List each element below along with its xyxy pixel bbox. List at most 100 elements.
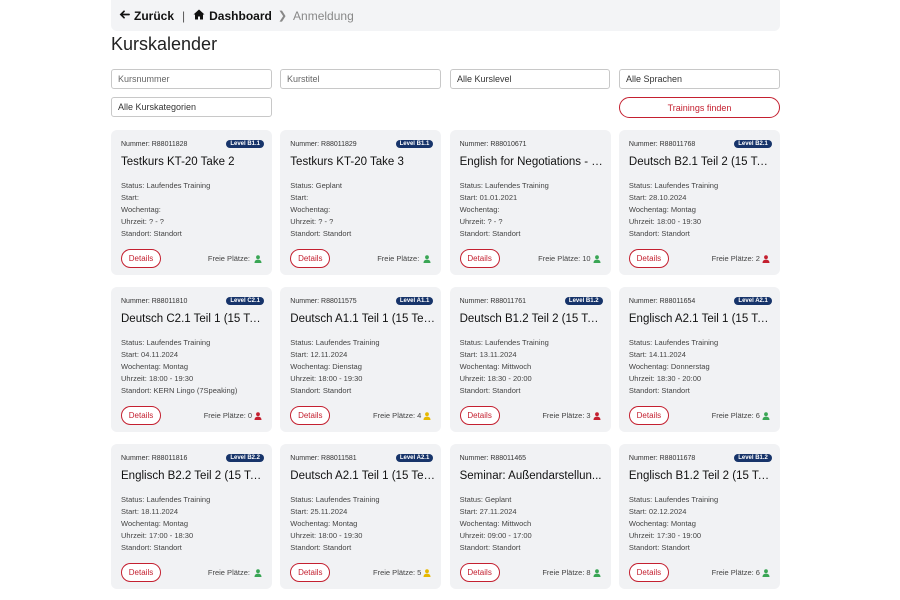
- free-seats: Freie Plätze:: [377, 254, 431, 263]
- course-card: Nummer: R88011816 Level B2.2 Englisch B2.2…: [111, 444, 272, 589]
- back-label: Zurück: [134, 8, 175, 23]
- time-row: Uhrzeit: 18:30 - 20:00: [628, 374, 702, 383]
- course-title-input[interactable]: Kurstitel: [280, 69, 441, 89]
- course-info: Status: Laufendes Training Start: 14.11.2…: [629, 337, 718, 397]
- weekday-row: Wochentag: Dienstag: [290, 362, 362, 371]
- course-title: Deutsch A2.1 Teil 1 (15 Ter...: [290, 470, 436, 482]
- time-value: 18:00 - 19:30: [318, 531, 363, 540]
- status-value: Laufendes Training: [146, 181, 211, 190]
- top-navigation-bar: Zurück | Dashboard ❯ Anmeldung: [111, 0, 780, 31]
- home-icon: [193, 9, 205, 23]
- weekday-value: Montag: [162, 519, 189, 528]
- location-value: Standort: [661, 229, 690, 238]
- start-row: Start: 25.11.2024: [290, 507, 348, 516]
- free-seats: Freie Plätze: 6: [712, 568, 770, 577]
- free-seats: Freie Plätze: 2: [712, 254, 770, 263]
- start-value: 14.11.2024: [648, 350, 686, 359]
- details-button[interactable]: Details: [628, 249, 669, 268]
- time-value: ? - ?: [148, 217, 164, 226]
- time-value: 18:30 - 20:00: [656, 374, 702, 383]
- category-select[interactable]: Alle Kurskategorien: [111, 97, 272, 117]
- start-value: 25.11.2024: [310, 507, 348, 516]
- course-title: Englisch A2.1 Teil 1 (15 Ter...: [628, 313, 774, 325]
- course-card: Nummer: R88011465 Seminar: Außendarstellu…: [449, 444, 611, 589]
- weekday-value: Montag: [670, 205, 696, 214]
- course-info: Status: Geplant Start: Wochentag: Uhrzeit…: [290, 180, 351, 240]
- location-value: Standort: [492, 229, 521, 238]
- course-card: Nummer: R88011575 Level A1.1 Deutsch A1.1 …: [280, 287, 442, 432]
- status-row: Status: Geplant: [290, 181, 343, 190]
- time-value: 18:00 - 19:30: [318, 374, 363, 383]
- arrow-left-icon: [119, 9, 130, 23]
- course-number: Nummer: R88011581: [290, 455, 357, 462]
- details-button[interactable]: Details: [459, 406, 500, 425]
- level-badge: Level B1.2: [734, 454, 772, 462]
- location-row: Standort: Standort: [121, 229, 182, 238]
- location-row: Standort: Standort: [121, 543, 182, 552]
- weekday-value: Montag: [670, 519, 696, 528]
- weekday-row: Wochentag: Montag: [628, 519, 696, 528]
- status-value: Laufendes Training: [485, 338, 549, 347]
- language-select[interactable]: Alle Sprachen: [619, 69, 780, 89]
- details-button[interactable]: Details: [121, 249, 161, 268]
- course-number: Nummer: R88011816: [121, 455, 188, 462]
- find-trainings-button[interactable]: Trainings finden: [619, 97, 780, 118]
- course-number: Nummer: R88011575: [290, 298, 357, 305]
- details-button[interactable]: Details: [290, 563, 331, 582]
- details-button[interactable]: Details: [290, 249, 331, 268]
- details-button[interactable]: Details: [290, 406, 331, 425]
- location-value: Standort: [153, 229, 182, 238]
- course-title: Seminar: Außendarstellun...: [459, 470, 602, 482]
- free-seats-value: 10: [582, 254, 591, 263]
- details-button[interactable]: Details: [121, 563, 161, 582]
- course-card: Nummer: R88011654 Level A2.1 Englisch A2.1…: [618, 287, 780, 432]
- details-button[interactable]: Details: [628, 406, 669, 425]
- details-button[interactable]: Details: [121, 406, 161, 425]
- course-card: Nummer: R88011829 Level B1.1 Testkurs KT-2…: [280, 130, 442, 275]
- start-row: Start: 12.11.2024: [290, 350, 348, 359]
- free-seats-value: 4: [417, 411, 422, 420]
- weekday-value: Mittwoch: [501, 362, 532, 371]
- details-button[interactable]: Details: [459, 563, 500, 582]
- weekday-row: Wochentag:: [459, 205, 500, 214]
- status-row: Status: Laufendes Training: [459, 338, 549, 347]
- status-value: Geplant: [485, 495, 512, 504]
- free-seats-value: 8: [586, 568, 591, 577]
- status-row: Status: Laufendes Training: [628, 495, 719, 504]
- time-row: Uhrzeit: 09:00 - 17:00: [459, 531, 532, 540]
- course-title: Deutsch B1.2 Teil 2 (15 Ter...: [459, 313, 605, 325]
- course-number: Nummer: R88010671: [459, 141, 527, 148]
- free-seats-value: 6: [755, 411, 760, 420]
- free-seats-label: Freie Plätze:: [207, 568, 250, 577]
- location-value: Standort: [322, 543, 352, 552]
- location-value: Standort: [492, 386, 521, 395]
- course-number-input[interactable]: Kursnummer: [111, 69, 272, 89]
- location-value: Standort: [322, 386, 352, 395]
- time-value: 17:30 - 19:00: [656, 531, 702, 540]
- free-seats-value: 0: [247, 411, 252, 420]
- course-title: Testkurs KT-20 Take 3: [290, 156, 404, 168]
- course-title: Englisch B2.2 Teil 2 (15 Ter...: [121, 470, 266, 482]
- course-card: Nummer: R88010671 English for Negotiation…: [449, 130, 611, 275]
- person-icon: [762, 254, 770, 263]
- start-row: Start: 28.10.2024: [628, 193, 687, 202]
- chevron-right-icon: ❯: [277, 10, 288, 22]
- status-row: Status: Laufendes Training: [121, 495, 211, 504]
- back-link[interactable]: Zurück: [119, 9, 174, 23]
- start-value: 04.11.2024: [141, 350, 179, 359]
- weekday-value: Mittwoch: [501, 519, 532, 528]
- time-value: ? - ?: [318, 217, 334, 226]
- level-select[interactable]: Alle Kurslevel: [450, 69, 610, 89]
- details-button[interactable]: Details: [628, 563, 669, 582]
- weekday-row: Wochentag: Montag: [121, 519, 189, 528]
- weekday-row: Wochentag: Donnerstag: [628, 362, 710, 371]
- start-value: 18.11.2024: [141, 507, 179, 516]
- breadcrumb-dashboard[interactable]: Dashboard: [193, 9, 272, 23]
- person-icon: [254, 254, 262, 263]
- level-badge: Level B1.2: [564, 297, 603, 305]
- course-title: Englisch B1.2 Teil 2 (15 Ter...: [628, 470, 774, 482]
- free-seats-label: Freie Plätze:: [203, 411, 246, 420]
- free-seats-value: 5: [417, 568, 422, 577]
- details-button[interactable]: Details: [459, 249, 500, 268]
- status-value: Laufendes Training: [146, 338, 211, 347]
